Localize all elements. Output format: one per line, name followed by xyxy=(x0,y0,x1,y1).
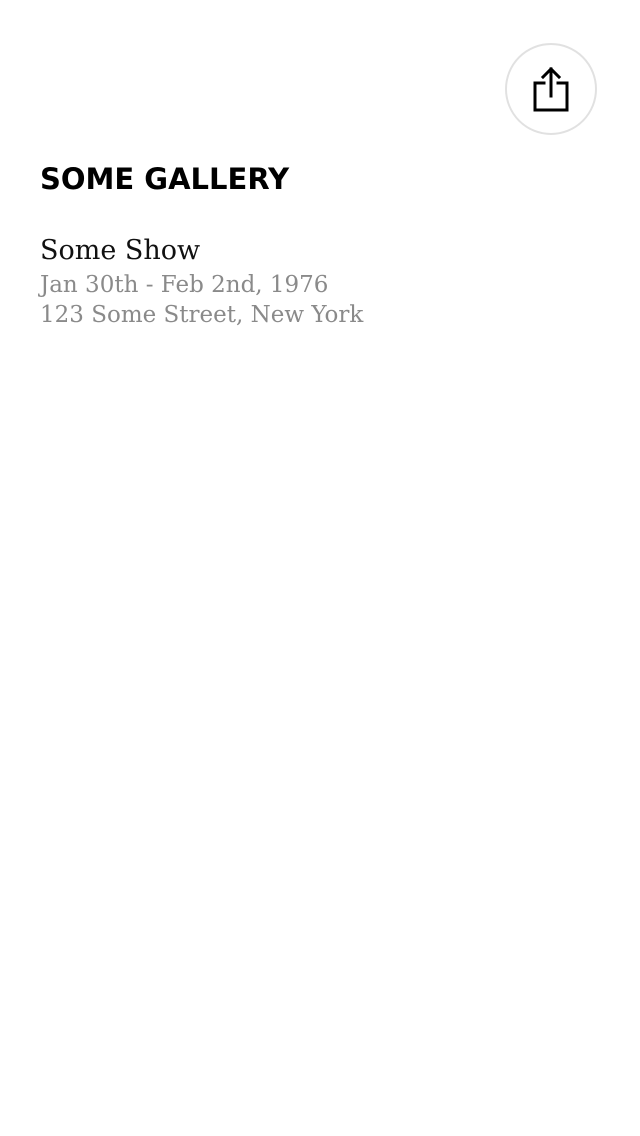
gallery-name: SOME GALLERY xyxy=(40,162,290,196)
show-dates: Jan 30th - Feb 2nd, 1976 xyxy=(40,272,329,298)
share-button[interactable] xyxy=(505,43,597,135)
show-address: 123 Some Street, New York xyxy=(40,302,364,328)
share-icon xyxy=(533,66,569,112)
show-info: Some Show Jan 30th - Feb 2nd, 1976 123 S… xyxy=(40,232,363,330)
show-title[interactable]: Some Show xyxy=(40,232,363,270)
